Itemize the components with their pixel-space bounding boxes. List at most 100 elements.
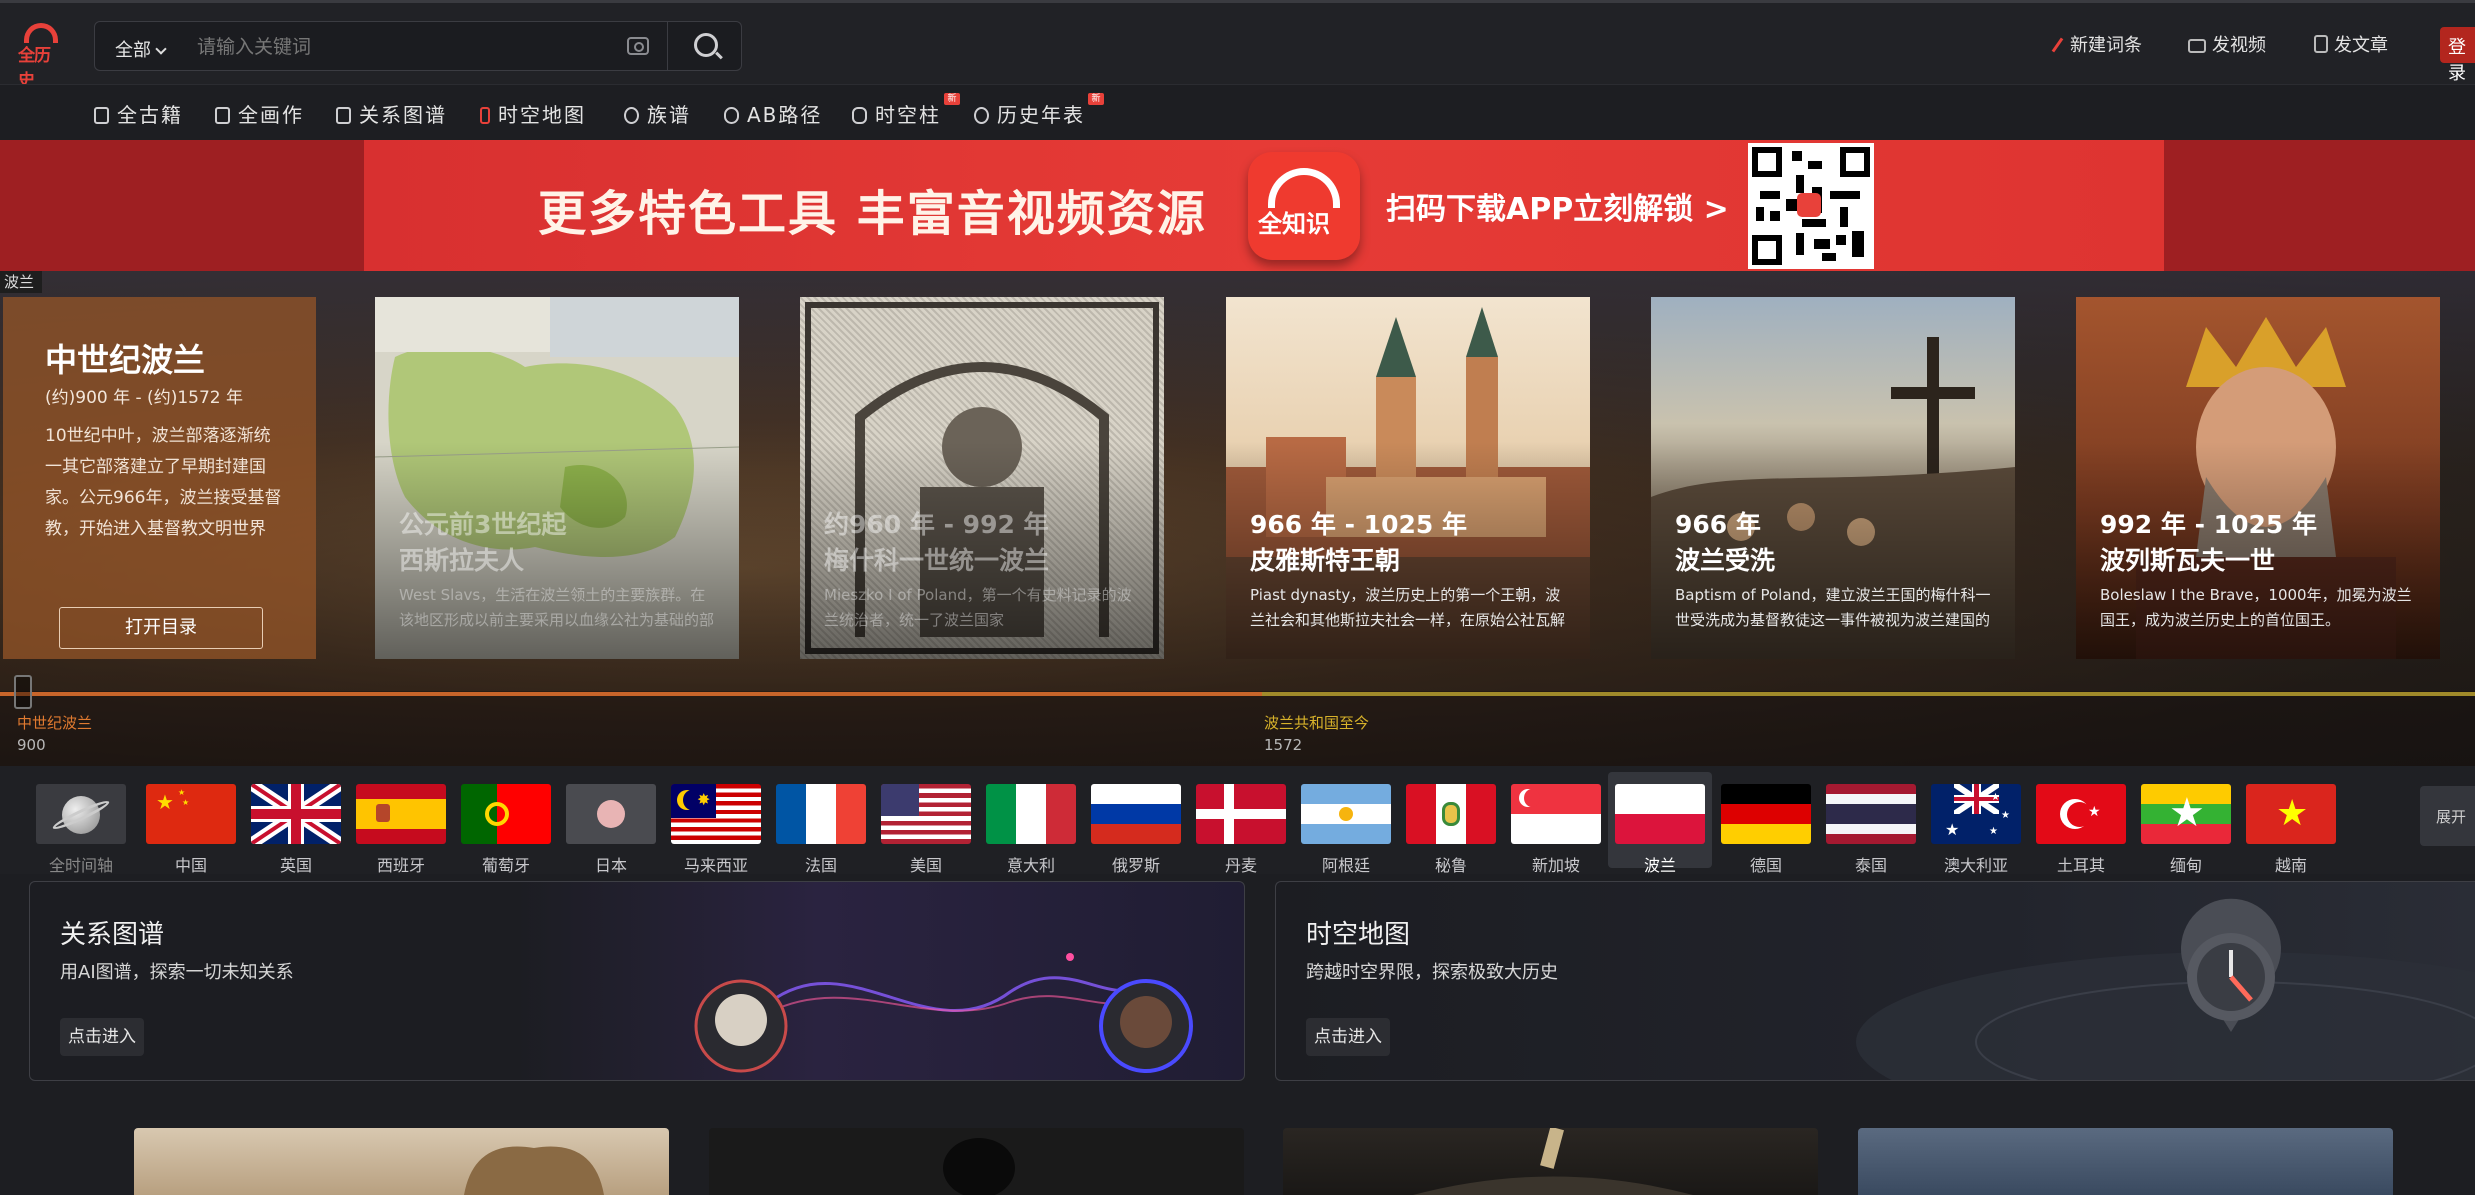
timeline-handle[interactable] [14,675,32,709]
flag-germany-icon [1721,784,1811,844]
country-item-sg[interactable]: 新加坡 [1511,772,1601,875]
app-logo-arc-icon [1268,168,1340,208]
main-nav: 全古籍 全画作 关系图谱 时空地图 族谱 AB路径 时空柱新 历史年表新 [0,84,2475,140]
country-name: 日本 [594,856,627,875]
feature-subtitle: 用AI图谱，探索一切未知关系 [60,962,294,983]
event-card[interactable]: 公元前3世纪起 西斯拉夫人 West Slavs，生活在波兰领土的主要族群。在该地… [375,297,739,659]
country-item-all[interactable]: 全时间轴 [36,772,126,875]
nav-label: 关系图谱 [359,103,447,127]
content-thumbnail-icon [464,1146,604,1195]
enter-button[interactable]: 点击进入 [60,1018,144,1056]
country-name: 澳大利亚 [1943,856,2008,875]
nav-item-chronology[interactable]: 历史年表新 [974,93,1104,128]
graph-icon [336,107,351,124]
document-icon [2314,35,2328,53]
nav-item-books[interactable]: 全古籍 [94,99,183,128]
timeline-segment-medieval[interactable] [0,692,1262,696]
search-input[interactable] [195,30,665,64]
post-video-button[interactable]: 发视频 [2188,31,2266,57]
content-card[interactable] [709,1128,1244,1195]
country-name: 德国 [1749,856,1782,875]
country-item-vn[interactable]: ★ 越南 [2246,772,2336,875]
pen-icon [2050,37,2064,53]
post-article-button[interactable]: 发文章 [2314,31,2388,57]
event-description: Piast dynasty，波兰历史上的第一个王朝，波兰社会和其他斯拉夫社会一样… [1250,586,1566,629]
country-name: 丹麦 [1224,856,1257,875]
feature-card-graph[interactable]: 关系图谱 用AI图谱，探索一切未知关系 点击进入 [29,881,1245,1081]
country-item-jp[interactable]: 日本 [566,772,656,875]
country-item-mm[interactable]: ★ 缅甸 [2141,772,2231,875]
nav-label: 全画作 [238,103,304,127]
country-item-th[interactable]: 泰国 [1826,772,1916,875]
nav-item-pillar[interactable]: 时空柱新 [852,93,960,128]
country-name: 波兰 [1643,856,1676,875]
search-icon [694,33,718,57]
country-item-it[interactable]: 意大利 [986,772,1076,875]
country-item-es[interactable]: 西班牙 [356,772,446,875]
open-catalog-button[interactable]: 打开目录 [59,607,263,649]
new-entry-button[interactable]: 新建词条 [2050,31,2142,57]
country-name: 马来西亚 [683,856,748,875]
country-item-pl[interactable]: 波兰 [1608,772,1712,875]
promo-banner[interactable]: 更多特色工具 丰富音视频资源 全知识 扫码下载APP立刻解锁 > [0,140,2475,271]
country-item-de[interactable]: 德国 [1721,772,1811,875]
logo[interactable]: 全历史 [18,23,64,91]
enter-button[interactable]: 点击进入 [1306,1018,1390,1056]
country-item-tr[interactable]: ★ 土耳其 [2036,772,2126,875]
flag-portugal-icon [461,784,551,844]
event-card[interactable]: 966 年波兰受洗 Baptism of Poland，建立波兰王国的梅什科一世… [1651,297,2015,659]
flag-malaysia-icon: ✸ [671,784,761,844]
country-name: 俄罗斯 [1111,856,1160,875]
nav-item-paintings[interactable]: 全画作 [215,99,304,128]
event-card[interactable]: 约960 年 - 992 年梅什科一世统一波兰 Mieszko I of Pol… [800,297,1164,659]
event-description: Boleslaw I the Brave，1000年，加冕为波兰国王，成为波兰历… [2100,586,2412,629]
database-icon [852,107,867,124]
flag-italy-icon [986,784,1076,844]
event-name: 波兰受洗 [1675,546,1776,575]
content-thumbnail-icon [1413,1128,1693,1195]
nav-item-family[interactable]: 族谱 [624,99,691,128]
country-item-my[interactable]: ✸ 马来西亚 [671,772,761,875]
event-years: 公元前3世纪起 [399,510,567,539]
country-item-ru[interactable]: 俄罗斯 [1091,772,1181,875]
country-item-gb[interactable]: 英国 [251,772,341,875]
feature-card-map[interactable]: 时空地图 跨越时空界限，探索极致大历史 点击进入 [1275,881,2475,1081]
event-name: 波列斯瓦夫一世 [2100,546,2276,575]
event-years: 约960 年 - 992 年 [824,510,1049,539]
expand-button[interactable]: 展开 [2420,786,2475,846]
country-item-fr[interactable]: 法国 [776,772,866,875]
country-selector: 全时间轴 ★ ★ ★ 中国 英国 西班牙 葡萄牙 日本 ✸ 马来西亚 法国 美国 意… [0,766,2475,875]
country-item-au[interactable]: ★ ★ ★ ★ 澳大利亚 [1931,772,2021,875]
login-button[interactable]: 登录 [2440,27,2475,84]
timeline-segment-republic[interactable] [1262,692,2475,696]
post-article-label: 发文章 [2334,35,2388,56]
content-card[interactable] [134,1128,669,1195]
country-name: 泰国 [1854,856,1887,875]
country-name: 新加坡 [1531,856,1580,875]
content-card[interactable] [1858,1128,2393,1195]
nav-item-graph[interactable]: 关系图谱 [336,99,447,128]
painting-icon [215,107,230,124]
country-hero: 波兰 中世纪波兰 (约)900 年 - (约)1572 年 10世纪中叶，波兰部… [0,271,2475,766]
content-card[interactable] [1283,1128,1818,1195]
event-name: 西斯拉夫人 [399,546,525,575]
country-item-pt[interactable]: 葡萄牙 [461,772,551,875]
country-item-us[interactable]: 美国 [881,772,971,875]
banner-headline: 更多特色工具 丰富音视频资源 [538,186,1207,242]
camera-icon[interactable] [627,37,649,55]
flag-japan-icon [566,784,656,844]
nav-item-ab-path[interactable]: AB路径 [724,99,822,128]
nav-item-map[interactable]: 时空地图 [480,99,586,128]
country-item-dk[interactable]: 丹麦 [1196,772,1286,875]
timeline-period-label: 波兰共和国至今 [1264,714,1370,732]
event-card[interactable]: 966 年 - 1025 年皮雅斯特王朝 Piast dynasty，波兰历史上… [1226,297,1590,659]
search-button[interactable] [667,22,743,70]
event-card[interactable]: 992 年 - 1025 年波列斯瓦夫一世 Boleslaw I the Bra… [2076,297,2440,659]
event-name: 梅什科一世统一波兰 [824,546,1050,575]
search-scope-select[interactable]: 全部 [115,36,167,62]
country-item-pe[interactable]: 秘鲁 [1406,772,1496,875]
country-item-ar[interactable]: 阿根廷 [1301,772,1391,875]
event-description: Mieszko I of Poland，第一个有史料记录的波兰统治者，统一了波兰… [824,586,1132,629]
country-item-cn[interactable]: ★ ★ ★ 中国 [146,772,236,875]
content-thumbnail-icon [943,1138,1015,1195]
